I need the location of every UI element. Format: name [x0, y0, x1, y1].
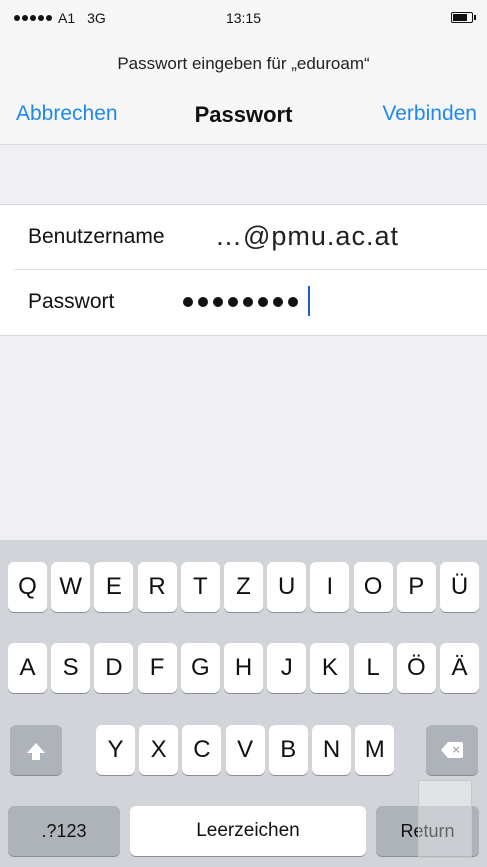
key-y[interactable]: Y: [96, 725, 135, 775]
prompt-text: Passwort eingeben für „eduroam“: [117, 54, 370, 73]
shift-key[interactable]: [10, 725, 62, 775]
status-bar: A1 3G 13:15: [0, 0, 487, 40]
password-dot: [198, 297, 208, 307]
key-p[interactable]: P: [396, 562, 436, 612]
password-dot: [183, 297, 193, 307]
credentials-form: Benutzername …@pmu.ac.at Passwort: [0, 204, 487, 336]
username-label: Benutzername: [28, 225, 165, 248]
key-f[interactable]: F: [137, 643, 177, 693]
password-dot: [243, 297, 253, 307]
password-dot: [288, 297, 298, 307]
key-s[interactable]: S: [51, 643, 91, 693]
onscreen-keyboard: × .?123 Leerzeichen Return QWERTZUIOPÜAS…: [0, 540, 487, 867]
key-i[interactable]: I: [310, 562, 350, 612]
key-h[interactable]: H: [224, 643, 263, 693]
key-q[interactable]: Q: [8, 562, 47, 612]
key-w[interactable]: W: [51, 562, 91, 612]
backspace-key[interactable]: ×: [426, 725, 478, 775]
key-u[interactable]: U: [267, 562, 307, 612]
password-dot: [258, 297, 268, 307]
key-v[interactable]: V: [225, 725, 265, 775]
key-l[interactable]: L: [353, 643, 393, 693]
username-row[interactable]: Benutzername …@pmu.ac.at: [0, 205, 487, 270]
battery-icon: [451, 12, 476, 23]
shift-icon: [27, 743, 45, 760]
backspace-icon: ×: [441, 742, 463, 758]
key-x[interactable]: X: [139, 725, 179, 775]
key-ä[interactable]: Ä: [440, 643, 479, 693]
password-label: Passwort: [28, 290, 115, 313]
watermark-logo: [418, 780, 472, 858]
password-dot: [213, 297, 223, 307]
numbers-key[interactable]: .?123: [8, 806, 120, 856]
key-k[interactable]: K: [310, 643, 350, 693]
password-dot: [228, 297, 238, 307]
key-n[interactable]: N: [312, 725, 351, 775]
key-b[interactable]: B: [268, 725, 308, 775]
key-g[interactable]: G: [180, 643, 220, 693]
password-dot: [273, 297, 283, 307]
navigation-header: Passwort eingeben für „eduroam“ Abbreche…: [0, 40, 487, 145]
status-time: 13:15: [225, 10, 262, 26]
connect-button[interactable]: Verbinden: [382, 102, 477, 126]
text-cursor: [308, 286, 310, 316]
key-r[interactable]: R: [137, 562, 177, 612]
key-m[interactable]: M: [355, 725, 395, 775]
password-field[interactable]: [183, 297, 298, 307]
space-key[interactable]: Leerzeichen: [130, 806, 366, 856]
username-field[interactable]: …@pmu.ac.at: [215, 221, 399, 252]
password-row[interactable]: Passwort: [0, 270, 487, 334]
key-ö[interactable]: Ö: [396, 643, 436, 693]
key-a[interactable]: A: [8, 643, 47, 693]
key-z[interactable]: Z: [224, 562, 263, 612]
key-e[interactable]: E: [94, 562, 134, 612]
key-j[interactable]: J: [267, 643, 307, 693]
key-d[interactable]: D: [94, 643, 134, 693]
key-ü[interactable]: Ü: [440, 562, 479, 612]
key-c[interactable]: C: [182, 725, 222, 775]
key-t[interactable]: T: [180, 562, 220, 612]
key-o[interactable]: O: [353, 562, 393, 612]
